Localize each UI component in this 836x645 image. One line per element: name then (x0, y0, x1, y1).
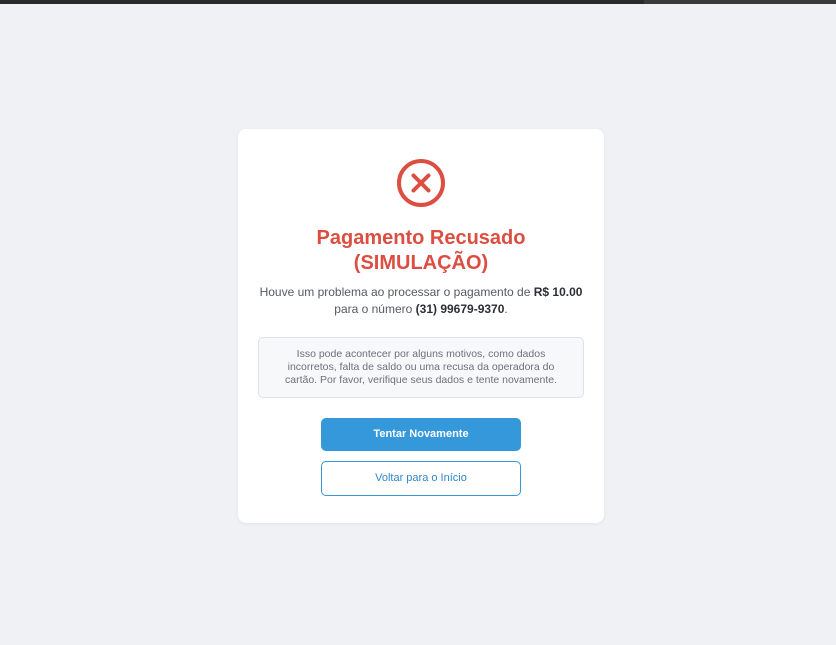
info-box: Isso pode acontecer por alguns motivos, … (258, 337, 584, 398)
back-home-button[interactable]: Voltar para o Início (321, 461, 521, 496)
page-title: Pagamento Recusado (SIMULAÇÃO) (238, 226, 604, 276)
retry-button[interactable]: Tentar Novamente (321, 418, 521, 451)
browser-top-bar (0, 0, 836, 4)
title-line-1: Pagamento Recusado (316, 227, 526, 249)
message-middle: para o número (334, 302, 416, 316)
x-circle-icon (396, 158, 446, 208)
phone-number: (31) 99679-9370 (415, 302, 505, 316)
message-prefix: Houve um problema ao processar o pagamen… (259, 285, 534, 299)
payment-result-card: Pagamento Recusado (SIMULAÇÃO) Houve um … (238, 129, 604, 523)
title-line-2: (SIMULAÇÃO) (353, 252, 489, 274)
message-suffix: . (504, 302, 508, 316)
error-message: Houve um problema ao processar o pagamen… (258, 284, 584, 318)
info-text: Isso pode acontecer por alguns motivos, … (285, 348, 557, 386)
loading-progress-bar (0, 0, 644, 4)
payment-amount: R$ 10.00 (533, 285, 583, 299)
